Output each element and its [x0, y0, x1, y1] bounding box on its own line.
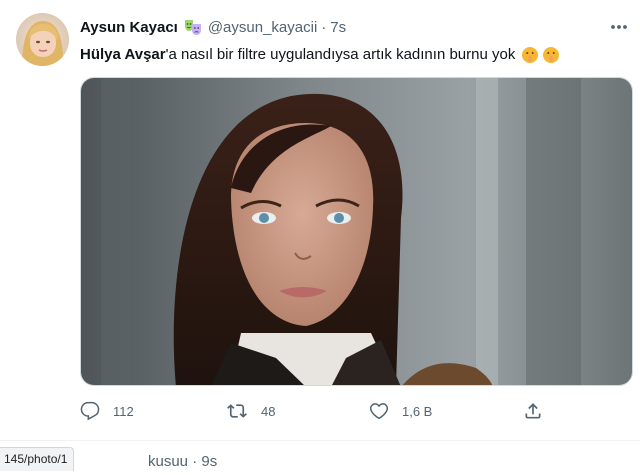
display-name[interactable]: Aysun Kayacı — [80, 19, 178, 36]
theater-masks-icon — [184, 18, 202, 36]
like-count: 1,6 B — [402, 403, 433, 419]
more-button[interactable] — [608, 16, 630, 36]
next-tweet[interactable]: kusuu · 9s — [0, 441, 640, 475]
share-icon — [523, 401, 543, 421]
share-button[interactable] — [523, 398, 543, 424]
tweet[interactable]: Aysun Kayacı @aysun_kayacii · 7s Hülya A… — [0, 0, 640, 441]
reply-icon — [80, 401, 100, 421]
photo-image — [81, 78, 632, 385]
tweet-text: Hülya Avşar'a nasıl bir filtre uygulandı… — [80, 45, 625, 65]
tweet-photo[interactable] — [80, 77, 633, 386]
shushing-face-icon — [521, 46, 539, 64]
avatar[interactable] — [16, 13, 69, 66]
reply-button[interactable]: 112 — [80, 398, 134, 424]
shushing-face-icon — [542, 46, 560, 64]
mention-link[interactable]: Hülya Avşar — [80, 45, 166, 65]
more-horizontal-icon — [610, 17, 628, 35]
separator-dot: · — [321, 18, 327, 36]
tweet-text-body: 'a nasıl bir filtre uygulandıysa artık k… — [165, 46, 516, 63]
like-button[interactable]: 1,6 B — [369, 398, 432, 424]
next-tweet-handle[interactable]: kusuu · 9s — [148, 453, 217, 470]
timestamp[interactable]: 7s — [330, 19, 346, 36]
tweet-actions: 112 48 1,6 B — [80, 398, 550, 424]
browser-status-url: 145/photo/1 — [0, 447, 75, 471]
tweet-header: Aysun Kayacı @aysun_kayacii · 7s — [80, 16, 346, 38]
retweet-icon — [226, 401, 248, 421]
reply-count: 112 — [113, 403, 134, 419]
heart-icon — [369, 401, 389, 421]
handle[interactable]: @aysun_kayacii — [208, 19, 317, 36]
retweet-count: 48 — [261, 403, 276, 419]
retweet-button[interactable]: 48 — [226, 398, 275, 424]
